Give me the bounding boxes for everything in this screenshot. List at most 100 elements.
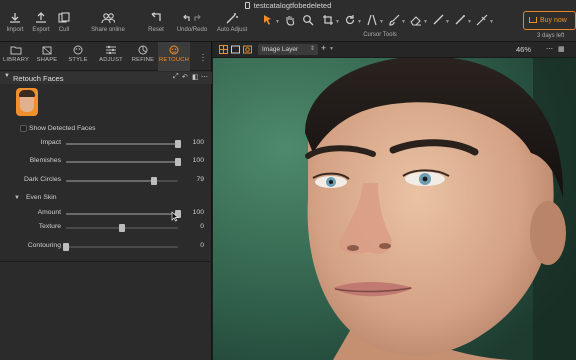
- viewer-toolbar: Image Layer ⇕ + ▼ 46% ⋯ ▦: [213, 42, 576, 58]
- impact-value[interactable]: 100: [178, 139, 204, 146]
- export-button[interactable]: Export: [30, 12, 52, 33]
- tab-style[interactable]: STYLE: [62, 42, 94, 71]
- blemishes-value[interactable]: 100: [178, 157, 204, 164]
- zoom-tool[interactable]: [302, 14, 320, 28]
- viewer-grid-icon[interactable]: ▦: [558, 45, 565, 53]
- eraser-icon: [410, 16, 421, 26]
- reset-section-icon[interactable]: ↶: [182, 73, 188, 81]
- folder-icon: [10, 46, 22, 55]
- retouch-faces-header[interactable]: ▼ Retouch Faces ⤢ ↶ ◧ ⋯: [0, 72, 212, 84]
- panel-divider: [0, 261, 212, 262]
- magic-wand-icon: [226, 13, 238, 24]
- visibility-toggle-icon[interactable]: ◧: [192, 73, 199, 81]
- slider-knob[interactable]: [63, 243, 69, 251]
- document-title-text: testcatalogtfobedeleted: [253, 1, 332, 10]
- zoom-level[interactable]: 46%: [516, 45, 531, 54]
- buy-now-label: Buy now: [540, 17, 567, 24]
- texture-label: Texture: [38, 223, 61, 230]
- impact-slider[interactable]: Impact 100: [0, 139, 212, 149]
- detected-face-thumbnail[interactable]: [16, 88, 38, 116]
- tab-refine[interactable]: REFINE: [128, 42, 158, 71]
- slider-knob[interactable]: [151, 177, 158, 185]
- cull-button[interactable]: Cull: [56, 12, 72, 33]
- blemishes-slider[interactable]: Blemishes 100: [0, 157, 212, 167]
- section-more-icon[interactable]: ⋯: [201, 73, 208, 81]
- blemishes-label: Blemishes: [29, 157, 61, 164]
- brush-tool[interactable]: ▼: [388, 14, 406, 28]
- reset-button[interactable]: Reset: [146, 12, 166, 33]
- slider-knob[interactable]: [119, 224, 125, 232]
- amount-slider[interactable]: Amount 100: [0, 209, 212, 219]
- export-icon: [36, 12, 46, 23]
- document-icon: [244, 2, 250, 9]
- heal-tool[interactable]: ▼: [476, 14, 494, 28]
- sliders-icon: [106, 45, 116, 55]
- hand-icon: [286, 16, 295, 26]
- select-arrows-icon: ⇕: [309, 46, 315, 52]
- tab-refine-label: REFINE: [131, 57, 155, 63]
- tab-retouch[interactable]: RETOUCH: [158, 42, 190, 71]
- tab-library-label: LIBRARY: [2, 57, 30, 63]
- chevron-down-icon[interactable]: ▼: [329, 46, 334, 52]
- auto-adjust-button[interactable]: Auto Adjust: [215, 12, 249, 33]
- more-options-icon[interactable]: · · ·: [200, 50, 206, 65]
- add-layer-icon[interactable]: +: [321, 43, 326, 53]
- photo-canvas[interactable]: [213, 58, 576, 360]
- buy-now-button[interactable]: Buy now: [523, 11, 576, 30]
- rotate-icon: [345, 15, 355, 25]
- reset-icon: [151, 12, 161, 21]
- slider-track[interactable]: [63, 243, 178, 251]
- tab-adjust[interactable]: ADJUST: [94, 42, 128, 71]
- share-online-button[interactable]: Share online: [88, 12, 128, 33]
- single-view-icon[interactable]: [231, 45, 240, 54]
- slider-fill: [66, 143, 178, 145]
- chevron-down-icon: ▼: [14, 195, 20, 201]
- expand-icon[interactable]: ⤢: [173, 73, 179, 81]
- dark-circles-slider[interactable]: Dark Circles 79: [0, 176, 212, 186]
- hand-tool[interactable]: [284, 14, 302, 28]
- crop-tool[interactable]: ▼: [322, 14, 340, 28]
- auto-adjust-label: Auto Adjust: [216, 27, 248, 33]
- amount-value[interactable]: 100: [178, 209, 204, 216]
- texture-slider[interactable]: Texture 0: [0, 223, 212, 233]
- slider-track[interactable]: [66, 210, 181, 218]
- undo-redo-button[interactable]: Undo/Redo: [175, 12, 209, 33]
- slider-track[interactable]: [66, 140, 181, 148]
- retouch-faces-title: Retouch Faces: [13, 74, 64, 83]
- grid-view-icon[interactable]: [219, 45, 228, 54]
- import-button[interactable]: Import: [5, 12, 25, 33]
- pointer-icon: [264, 15, 271, 25]
- undo-redo-label: Undo/Redo: [176, 27, 208, 33]
- eraser-tool[interactable]: ▼: [410, 14, 428, 28]
- slider-track[interactable]: [66, 177, 178, 185]
- contouring-value[interactable]: 0: [178, 242, 204, 249]
- cull-label: Cull: [58, 27, 70, 33]
- tab-library[interactable]: LIBRARY: [0, 42, 32, 71]
- checkbox-box[interactable]: [20, 125, 27, 132]
- gradient-tool[interactable]: ▼: [432, 14, 450, 28]
- layer-select[interactable]: Image Layer ⇕: [258, 44, 318, 55]
- select-tool[interactable]: ▼: [262, 14, 280, 28]
- hair-shape: [19, 90, 35, 97]
- tab-adjust-label: ADJUST: [99, 57, 123, 63]
- tab-style-label: STYLE: [68, 57, 88, 63]
- even-skin-header[interactable]: ▼ Even Skin: [14, 194, 57, 201]
- rotate-tool[interactable]: ▼: [344, 14, 362, 28]
- compare-view-icon[interactable]: [243, 45, 252, 54]
- dark-circles-value[interactable]: 79: [178, 176, 204, 183]
- tool-tabs: LIBRARY SHAPE STYLE ADJUST REFINE RETOUC…: [0, 42, 212, 71]
- reset-label: Reset: [148, 27, 164, 33]
- portrait-photo: [213, 58, 576, 360]
- slider-track[interactable]: [66, 158, 181, 166]
- viewer-more-icon[interactable]: ⋯: [546, 45, 553, 53]
- import-label: Import: [6, 27, 24, 33]
- tab-shape[interactable]: SHAPE: [32, 42, 62, 71]
- share-online-label: Share online: [91, 27, 125, 33]
- contouring-slider[interactable]: Contouring 0: [0, 242, 212, 252]
- texture-value[interactable]: 0: [178, 223, 204, 230]
- tab-shape-label: SHAPE: [36, 57, 58, 63]
- people-icon: [101, 13, 115, 24]
- slider-track[interactable]: [66, 224, 178, 232]
- perspective-tool[interactable]: ▼: [366, 14, 384, 28]
- clone-tool[interactable]: ▼: [454, 14, 472, 28]
